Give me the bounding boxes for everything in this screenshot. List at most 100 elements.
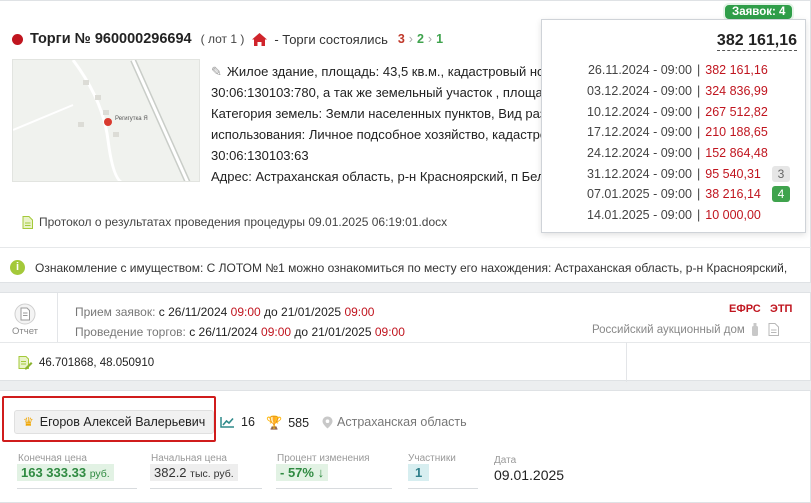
applications-period: Прием заявок: с 26/11/2024 09:00 до 21/0… bbox=[75, 302, 405, 322]
document-icon bbox=[22, 215, 33, 229]
final-price-unit: руб. bbox=[89, 468, 110, 480]
inspection-text: Ознакомление с имуществом: С ЛОТОМ №1 мо… bbox=[35, 260, 788, 275]
efrs-link[interactable]: ЕФРС bbox=[729, 303, 761, 315]
price-step-row: 10.12.2024 - 09:00 | 267 512,82 bbox=[542, 101, 807, 122]
applications-end-date: 21/01/2025 bbox=[281, 305, 342, 319]
step-price: 324 836,99 bbox=[705, 84, 768, 99]
change-value: - 57% bbox=[280, 465, 314, 480]
map-graphic bbox=[13, 60, 199, 181]
start-price: 382.2 тыс. руб. bbox=[150, 464, 238, 481]
map-label: Регигутка Я bbox=[115, 116, 148, 122]
result-date: 09.01.2025 bbox=[494, 467, 565, 483]
coordinates[interactable]: 46.701868, 48.050910 bbox=[18, 355, 154, 370]
etp-link[interactable]: ЭТП bbox=[770, 303, 792, 315]
start-price-unit: тыс. руб. bbox=[190, 468, 234, 480]
description-line: ✎ Жилое здание, площадь: 43,5 кв.м., када… bbox=[211, 64, 551, 79]
step-date: 26.11.2024 - 09:00 bbox=[587, 63, 692, 78]
price-step-row: 07.01.2025 - 09:00 | 38 216,14 4 bbox=[542, 184, 807, 205]
from-label: с bbox=[158, 305, 165, 319]
change-label: Процент изменения bbox=[277, 453, 370, 464]
trades-end-time: 09:00 bbox=[374, 325, 405, 339]
to-label: до bbox=[264, 305, 278, 319]
step-date: 10.12.2024 - 09:00 bbox=[587, 104, 692, 119]
start-price-label: Начальная цена bbox=[151, 453, 227, 464]
arrow-down-icon: ↓ bbox=[317, 465, 325, 480]
step-price: 10 000,00 bbox=[705, 208, 761, 223]
participants-count: 1 bbox=[408, 464, 430, 481]
description-line: 30:06:130103:63 bbox=[211, 148, 309, 163]
trades-period: Проведение торгов: с 26/11/2024 09:00 до… bbox=[75, 322, 405, 342]
info-icon: i bbox=[10, 260, 25, 275]
step-date: 17.12.2024 - 09:00 bbox=[587, 125, 692, 140]
description-line: Категория земель: Земли населенных пункт… bbox=[211, 106, 551, 121]
pencil-icon[interactable]: ✎ bbox=[211, 64, 222, 79]
property-map[interactable]: Регигутка Я bbox=[12, 59, 200, 182]
wins-count: 585 bbox=[288, 416, 310, 430]
location-pin-icon bbox=[322, 416, 333, 428]
region-name: Астраханская область bbox=[337, 415, 467, 429]
step-date: 07.01.2025 - 09:00 bbox=[587, 187, 692, 202]
step-price: 267 512,82 bbox=[705, 104, 768, 119]
crown-icon: ♛ bbox=[23, 415, 34, 429]
winner-wins-stat[interactable]: 🏆 585 bbox=[266, 415, 309, 431]
protocol-document[interactable]: Протокол о результатах проведения процед… bbox=[22, 215, 447, 229]
step-price: 95 540,31 bbox=[705, 166, 761, 181]
price-steps-list: 26.11.2024 - 09:00 | 382 161,16 03.12.2024… bbox=[542, 60, 807, 226]
step-date: 03.12.2024 - 09:00 bbox=[587, 84, 692, 99]
stage-step-3: 3 bbox=[397, 32, 405, 46]
bottle-icon bbox=[751, 323, 758, 336]
step-date: 31.12.2024 - 09:00 bbox=[587, 166, 692, 181]
trades-start-time: 09:00 bbox=[261, 325, 292, 339]
report-label: Отчет bbox=[12, 326, 39, 337]
to-label: до bbox=[294, 325, 309, 339]
trades-end-date: 21/01/2025 bbox=[311, 325, 372, 339]
trophy-icon: 🏆 bbox=[266, 415, 283, 430]
price-step-row: 24.12.2024 - 09:00 | 152 864,48 bbox=[542, 143, 807, 164]
price-step-row: 14.01.2025 - 09:00 | 10 000,00 bbox=[542, 205, 807, 226]
from-label: с bbox=[189, 325, 196, 339]
winner-region: Астраханская область bbox=[322, 415, 467, 429]
step-price: 38 216,14 bbox=[705, 187, 761, 202]
report-icon bbox=[14, 303, 36, 325]
divider bbox=[57, 293, 58, 342]
trades-start-date: 26/11/2024 bbox=[198, 325, 258, 339]
inspection-info: i Ознакомление с имуществом: С ЛОТОМ №1 … bbox=[10, 260, 805, 275]
price-step-row: 17.12.2024 - 09:00 | 210 188,65 bbox=[542, 122, 807, 143]
applications-end-time: 09:00 bbox=[344, 305, 375, 319]
step-price: 382 161,16 bbox=[705, 63, 768, 78]
divider bbox=[0, 342, 811, 343]
protocol-link[interactable]: Протокол о результатах проведения процед… bbox=[39, 215, 447, 229]
house-icon bbox=[252, 32, 268, 46]
winner-chip[interactable]: ♛ Егоров Алексей Валерьевич bbox=[14, 410, 215, 434]
document-icon[interactable] bbox=[768, 323, 779, 336]
map-edit-icon bbox=[18, 356, 33, 370]
schedule-card: Отчет Прием заявок: с 26/11/2024 09:00 д… bbox=[0, 292, 811, 382]
schedule-dates: Прием заявок: с 26/11/2024 09:00 до 21/0… bbox=[75, 302, 405, 342]
chevron-right-icon: › bbox=[427, 32, 433, 46]
description-line: использования: Личное подсобное хозяйств… bbox=[211, 127, 548, 142]
underline bbox=[150, 488, 262, 489]
winner-trend-stat[interactable]: 16 bbox=[220, 415, 255, 429]
platform: Российский аукционный дом bbox=[592, 323, 779, 336]
auction-header: Торги № 960000296694 ( лот 1 ) - Торги с… bbox=[12, 31, 443, 47]
participants-label: Участники bbox=[408, 453, 456, 464]
change-percent: - 57% ↓ bbox=[276, 464, 329, 481]
chevron-right-icon: › bbox=[408, 32, 413, 46]
applications-start-time: 09:00 bbox=[230, 305, 261, 319]
winner-name: Егоров Алексей Валерьевич bbox=[39, 415, 206, 429]
stage-steps: 3 › 2 › 1 bbox=[398, 32, 443, 46]
status-dot-icon bbox=[12, 33, 23, 45]
property-address: Адрес: Астраханская область, р-н Красноя… bbox=[211, 169, 541, 184]
stage-step-1: 1 bbox=[436, 32, 444, 46]
price-step-row: 26.11.2024 - 09:00 | 382 161,16 bbox=[542, 60, 807, 81]
property-description: ✎ Жилое здание, площадь: 43,5 кв.м., када… bbox=[211, 61, 551, 166]
stage-step-2: 2 bbox=[416, 32, 424, 46]
platform-name[interactable]: Российский аукционный дом bbox=[592, 324, 745, 336]
final-price-label: Конечная цена bbox=[18, 453, 87, 464]
auction-title[interactable]: Торги № 960000296694 bbox=[30, 31, 192, 47]
start-price-value: 382.2 bbox=[154, 465, 187, 480]
final-price-value: 163 333.33 bbox=[21, 465, 87, 480]
trend-chart-icon bbox=[220, 417, 234, 428]
current-price[interactable]: 382 161,16 bbox=[716, 32, 797, 51]
date-label: Дата bbox=[494, 455, 517, 466]
